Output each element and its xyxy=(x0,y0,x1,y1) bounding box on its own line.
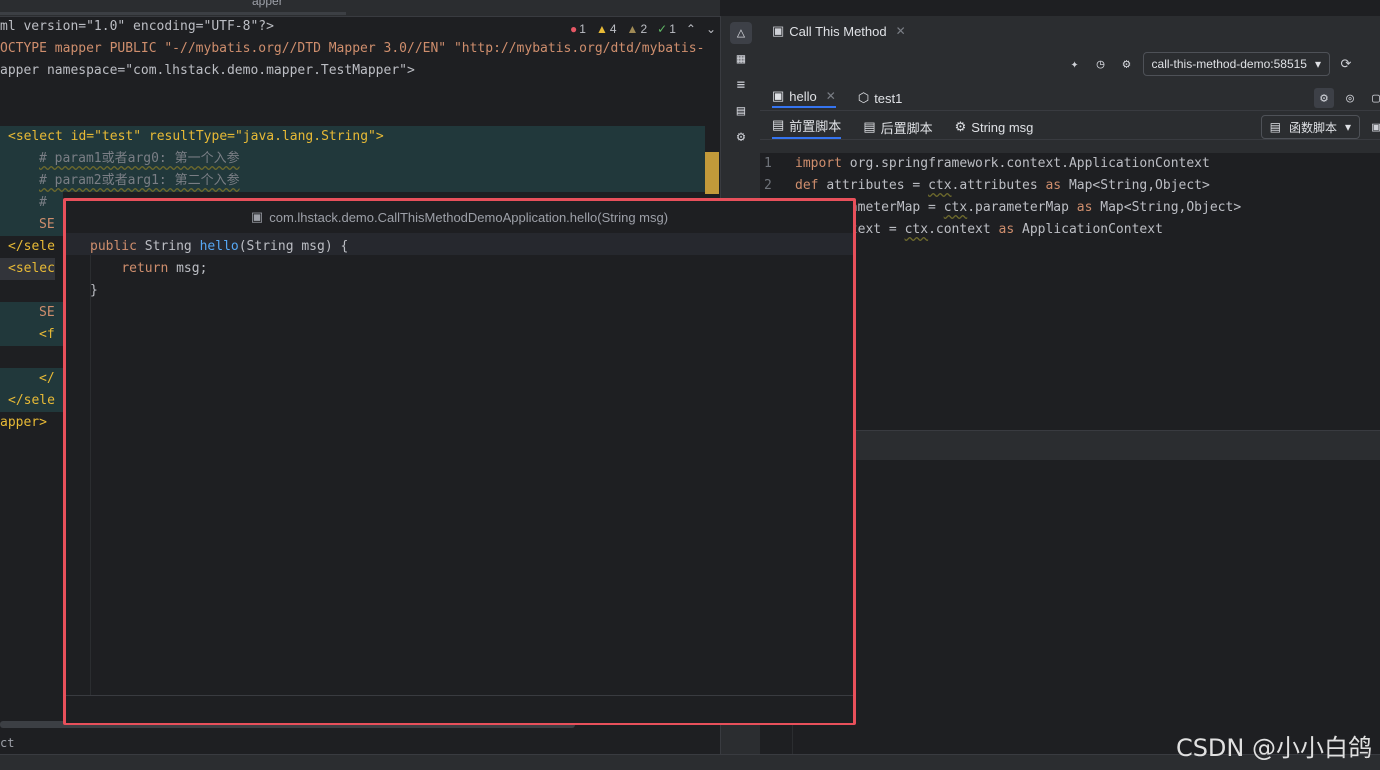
error-icon: ● xyxy=(570,22,578,36)
tab-post-script[interactable]: ▤ 后置脚本 xyxy=(863,118,932,137)
code-line-fragment: <f xyxy=(0,324,63,346)
weak-warning-indicator[interactable]: ▲ 2 xyxy=(627,22,648,36)
warning-icon: ▲ xyxy=(595,22,608,36)
toolbar-row: ✦ ◷ ⚙ call-this-method-demo:58515 ▾ ⟳ xyxy=(760,52,1380,76)
tab-pre-script[interactable]: ▤ 前置脚本 xyxy=(772,116,842,139)
settings-icon[interactable]: ⚙ xyxy=(1117,54,1137,74)
warning-indicator[interactable]: ▲ 4 xyxy=(596,22,617,36)
method-icon: ▣ xyxy=(772,88,785,103)
code-line-fragment: # xyxy=(0,192,63,214)
debug-icon[interactable]: ✦ xyxy=(1065,54,1085,74)
watermark: CSDN @小小白鸽 xyxy=(1175,734,1372,762)
gear-icon[interactable]: ⚙ xyxy=(730,126,752,148)
change-marker xyxy=(705,152,719,194)
cube-icon: ⬡ xyxy=(857,90,870,105)
tab-hello[interactable]: ▣ hello ✕ xyxy=(772,88,836,108)
editor-breadcrumb: ct xyxy=(0,736,15,750)
tab-fragment[interactable]: apper xyxy=(252,0,283,8)
terminal-icon[interactable]: ▤ xyxy=(730,100,752,122)
inspection-widget[interactable]: ● 1 ▲ 4 ▲ 2 ✓ 1 ⌃ ⌄ xyxy=(570,20,716,38)
code-line-mapper-close: apper> xyxy=(0,415,47,430)
code-line-fragment: <selec xyxy=(0,258,55,280)
popup-code-line: return msg; xyxy=(121,261,208,276)
code-line-select-open: <select id="test" resultType="java.lang.… xyxy=(0,126,705,148)
script-icon: ▤ xyxy=(863,119,876,134)
execute-icon[interactable]: ⚙ xyxy=(1314,88,1334,108)
tab-test1[interactable]: ⬡ test1 xyxy=(858,90,903,106)
sliders-icon[interactable]: ≡ xyxy=(730,74,752,96)
popup-code-line: public String hello(String msg) { xyxy=(90,239,349,254)
weak-warning-icon: ▲ xyxy=(626,22,639,36)
script-tabs-row: ▤ 前置脚本 ▤ 后置脚本 ⚙ String msg ▤ 函数脚本 ▾ ▣ xyxy=(760,115,1380,140)
popup-code-line: } xyxy=(90,283,98,298)
close-icon[interactable]: ✕ xyxy=(896,24,906,38)
code-line-fragment: </sele xyxy=(8,239,55,254)
popup-gutter xyxy=(66,233,91,699)
code-line-comment-1: # param1或者arg0: 第一个入参 xyxy=(0,148,705,170)
script-icon: ▤ xyxy=(1269,120,1281,134)
code-line-fragment: SE xyxy=(0,302,63,324)
method-tabs-row: ▣ hello ✕ ⬡ test1 ⚙ ◎ ▢ xyxy=(760,86,1380,111)
method-preview-popup: ▣ com.lhstack.demo.CallThisMethodDemoApp… xyxy=(63,198,856,725)
popup-footer xyxy=(66,695,853,723)
script-icon: ▤ xyxy=(772,117,785,132)
method-icon: ▣ xyxy=(250,209,264,224)
gear-icon: ⚙ xyxy=(954,119,967,134)
grid-icon[interactable]: ▦ xyxy=(730,48,752,70)
editor-tab-bar: apper xyxy=(0,0,720,17)
script-type-select[interactable]: ▤ 函数脚本 ▾ xyxy=(1260,115,1360,139)
code-line-fragment: </ xyxy=(0,368,63,390)
line-number: 2 xyxy=(764,178,772,193)
ok-indicator[interactable]: ✓ 1 xyxy=(657,22,676,36)
close-icon[interactable]: ✕ xyxy=(826,89,836,103)
tab-scrollbar[interactable] xyxy=(0,12,346,15)
script-line: import org.springframework.context.Appli… xyxy=(795,156,1210,171)
method-icon: ▣ xyxy=(772,23,785,38)
code-line-fragment: SE xyxy=(0,214,63,236)
save-icon[interactable]: ▣ xyxy=(1366,117,1380,137)
status-bar xyxy=(0,754,1380,770)
tab-call-this-method[interactable]: ▣ Call This Method ✕ xyxy=(772,23,906,39)
history-icon[interactable]: ◷ xyxy=(1091,54,1111,74)
code-line-fragment: </sele xyxy=(0,390,63,412)
connection-select[interactable]: call-this-method-demo:58515 ▾ xyxy=(1142,52,1330,76)
line-number: 1 xyxy=(764,156,772,171)
code-line-xml-decl: ml version="1.0" encoding="UTF-8"?> xyxy=(0,19,274,34)
dropdown-arrow-icon: ▾ xyxy=(1344,120,1351,134)
code-line-mapper-open: apper namespace="com.lhstack.demo.mapper… xyxy=(0,63,415,78)
call-method-tool-icon[interactable]: △ xyxy=(730,22,752,44)
code-line-comment-2: # param2或者arg1: 第二个入参 xyxy=(0,170,705,192)
refresh-icon[interactable]: ⟳ xyxy=(1336,54,1356,74)
error-indicator[interactable]: ● 1 xyxy=(570,22,586,36)
code-line-doctype: OCTYPE mapper PUBLIC "-//mybatis.org//DT… xyxy=(0,41,705,56)
check-icon: ✓ xyxy=(657,22,668,36)
target-icon[interactable]: ◎ xyxy=(1340,88,1360,108)
tab-parameter-msg[interactable]: ⚙ String msg xyxy=(955,119,1034,135)
chevron-up-icon[interactable]: ⌃ xyxy=(686,22,696,36)
script-line: def attributes = ctx.attributes as Map<S… xyxy=(795,178,1210,193)
popup-title: ▣ com.lhstack.demo.CallThisMethodDemoApp… xyxy=(66,201,853,234)
locate-icon[interactable]: ▢ xyxy=(1366,88,1380,108)
panel-title-row: ▣ Call This Method ✕ xyxy=(760,20,1380,42)
script-line: def parameterMap = ctx.parameterMap as M… xyxy=(795,200,1242,215)
dropdown-arrow-icon: ▾ xyxy=(1314,57,1321,71)
chevron-down-icon[interactable]: ⌄ xyxy=(706,22,716,36)
